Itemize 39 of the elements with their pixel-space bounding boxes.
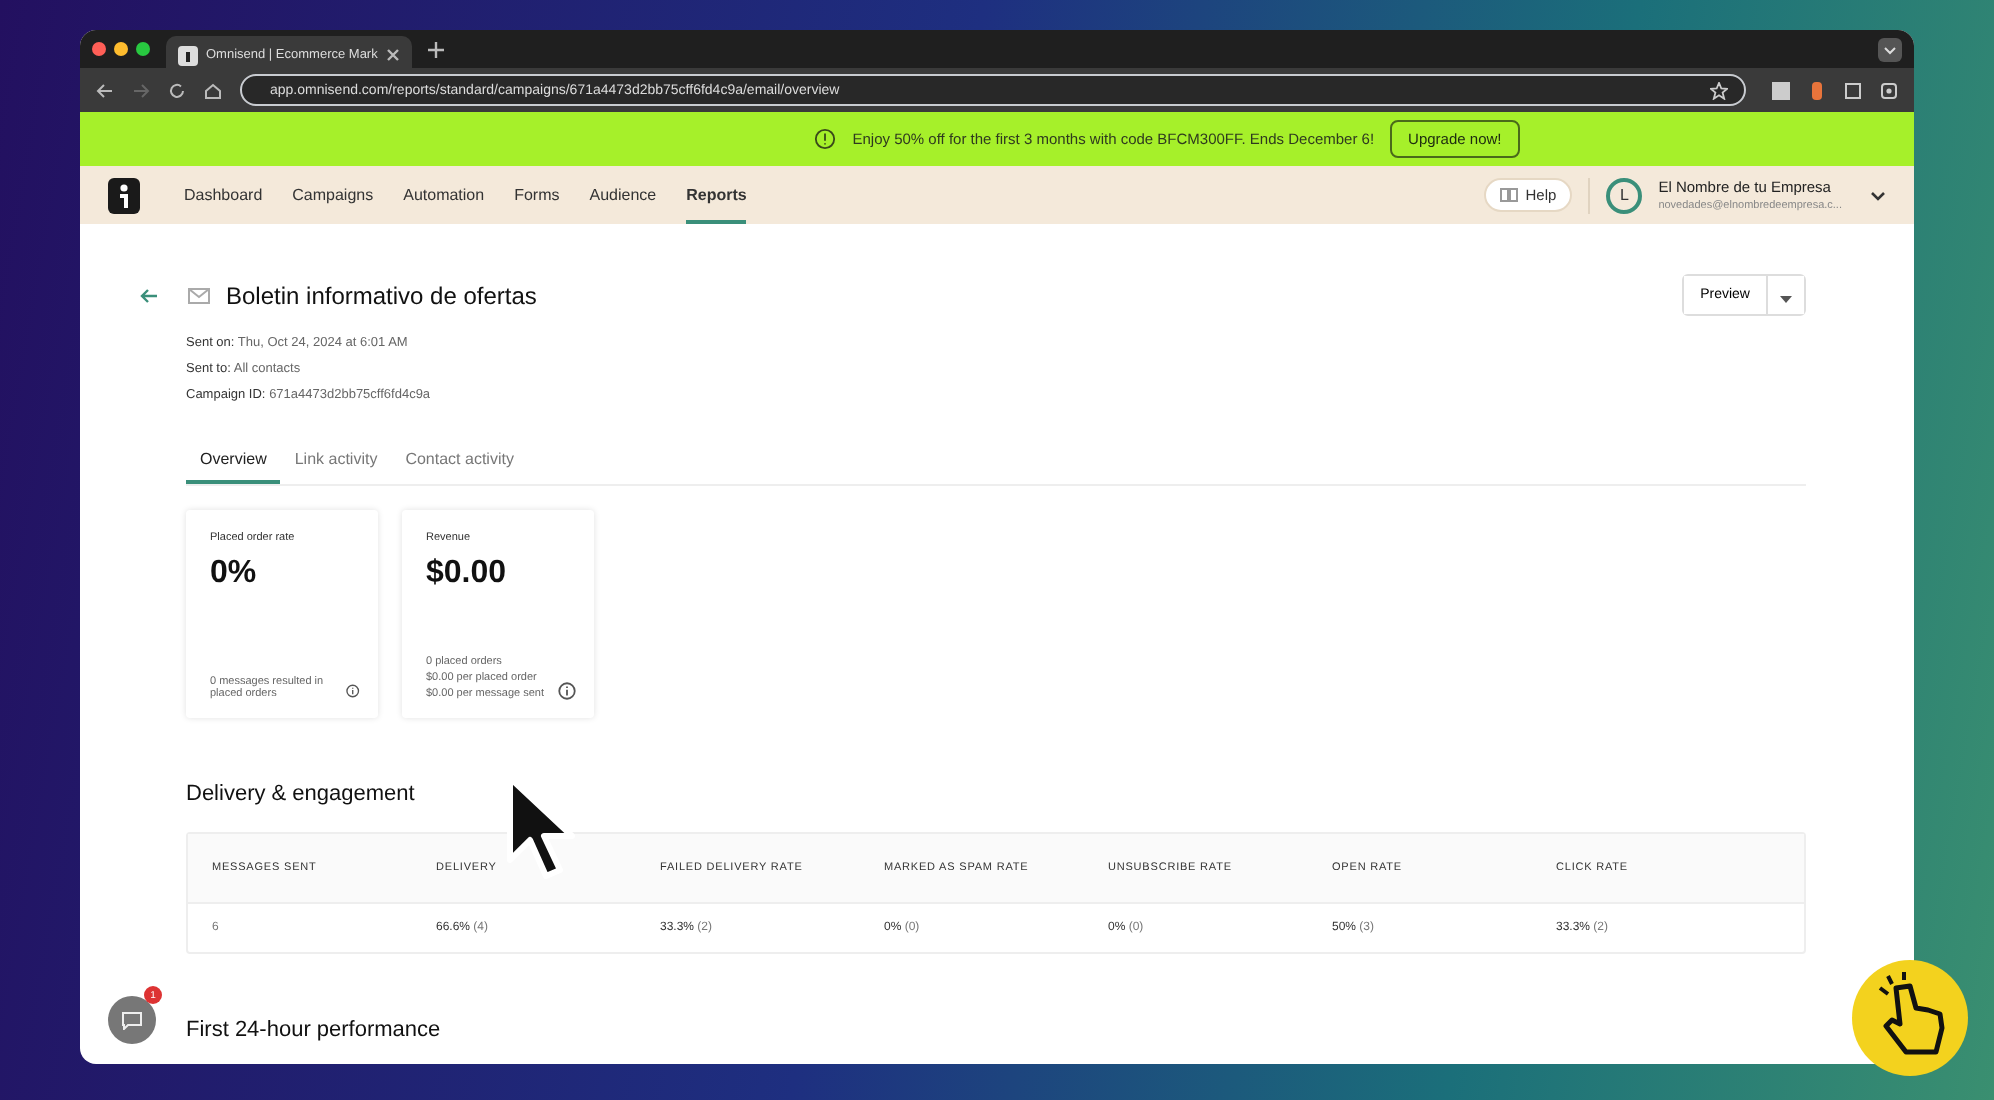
report-tab[interactable]: Overview bbox=[186, 442, 281, 484]
book-icon bbox=[1499, 188, 1518, 202]
nav-tab[interactable]: Reports bbox=[686, 166, 747, 224]
chevron-icon[interactable] bbox=[1870, 189, 1886, 201]
back-arrow-icon[interactable] bbox=[140, 287, 158, 303]
logo-icon bbox=[178, 45, 198, 65]
report-tab[interactable]: Link activity bbox=[280, 442, 392, 484]
nav-tab[interactable]: Dashboard bbox=[184, 166, 263, 224]
card-value: $0.00 bbox=[426, 556, 509, 592]
minimize-dot[interactable] bbox=[114, 42, 128, 56]
maximize-dot[interactable] bbox=[136, 42, 150, 56]
report-tab[interactable]: Contact activity bbox=[391, 442, 528, 484]
nav-tab[interactable]: Automation bbox=[403, 166, 485, 224]
caret-icon bbox=[1780, 296, 1792, 304]
close-icon[interactable] bbox=[385, 48, 400, 62]
chat-icon bbox=[122, 1011, 142, 1029]
section-heading: Delivery & engagement bbox=[186, 782, 417, 806]
nav-tab[interactable]: Audience bbox=[589, 166, 657, 224]
close-dot[interactable] bbox=[92, 42, 106, 56]
chat-button[interactable] bbox=[108, 996, 156, 1044]
home-icon[interactable] bbox=[204, 81, 222, 99]
envelope-icon bbox=[188, 287, 210, 303]
campaign-title: Boletin informativo de ofertas bbox=[226, 281, 537, 309]
star-icon[interactable] bbox=[1710, 81, 1728, 99]
nav-tab[interactable]: Forms bbox=[514, 166, 560, 224]
reload-icon[interactable] bbox=[168, 81, 186, 99]
info-icon[interactable] bbox=[558, 682, 576, 700]
hand-pointer-icon bbox=[1852, 960, 1968, 1076]
account-avatar[interactable]: L bbox=[1606, 177, 1643, 213]
plus-icon[interactable] bbox=[427, 41, 444, 57]
info-icon bbox=[814, 128, 837, 150]
chevron-icon[interactable] bbox=[1878, 37, 1902, 61]
screenshot-icon[interactable] bbox=[1880, 81, 1898, 99]
card-value: 0% bbox=[210, 556, 259, 592]
logo-icon[interactable] bbox=[108, 177, 140, 213]
nav-tab[interactable]: Campaigns bbox=[292, 166, 374, 224]
section-heading: First 24-hour performance bbox=[186, 1018, 443, 1042]
back-icon[interactable] bbox=[96, 81, 114, 99]
info-icon[interactable] bbox=[346, 682, 360, 700]
